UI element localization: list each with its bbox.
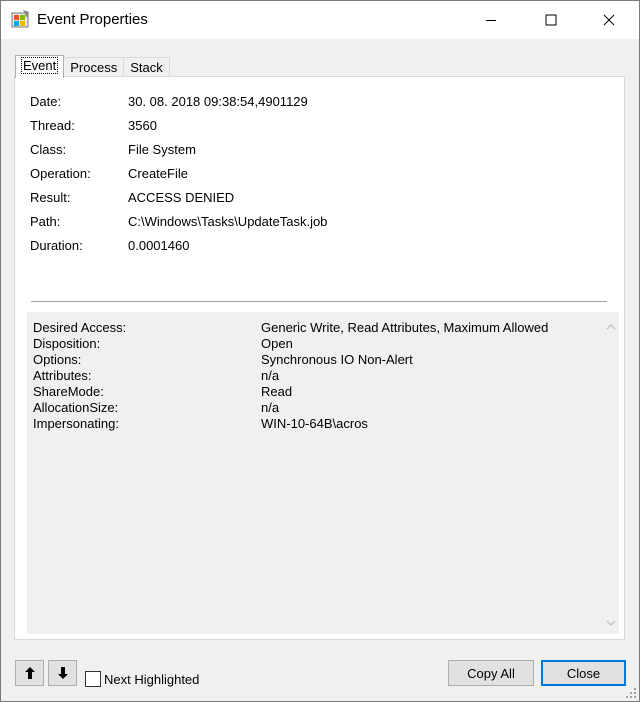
detail-value: Open — [261, 336, 293, 351]
detail-value: Read — [261, 384, 293, 399]
detail-label: Attributes: — [33, 368, 92, 383]
dialog-content: Event Process Stack Date: 30. 08. 2018 0… — [1, 39, 639, 701]
tab-strip: Event Process Stack — [15, 55, 170, 78]
field-label: Class: — [30, 142, 67, 157]
field-value: CreateFile — [128, 166, 188, 181]
tab-event-label: Event — [20, 57, 59, 74]
field-value: C:\Windows\Tasks\UpdateTask.job — [128, 214, 328, 229]
maximize-button[interactable] — [528, 1, 574, 39]
next-event-button[interactable] — [48, 660, 77, 686]
tab-stack[interactable]: Stack — [123, 57, 170, 78]
chevron-down-icon — [606, 620, 615, 626]
tab-process-label: Process — [70, 60, 118, 75]
field-value: ACCESS DENIED — [128, 190, 235, 205]
maximize-icon — [545, 14, 557, 26]
next-highlighted-checkbox[interactable] — [85, 671, 101, 687]
resize-grip-icon[interactable] — [625, 687, 637, 699]
detail-label: ShareMode: — [33, 384, 104, 399]
tab-stack-label: Stack — [130, 60, 163, 75]
field-label: Result: — [30, 190, 71, 205]
field-label: Date: — [30, 94, 62, 109]
event-properties-window: Event Properties Event Process Stack Dat… — [0, 0, 640, 702]
close-button[interactable]: Close — [541, 660, 626, 686]
event-tab-panel: Date: 30. 08. 2018 09:38:54,4901129 Thre… — [14, 76, 625, 640]
arrow-up-icon — [24, 667, 35, 679]
close-window-button[interactable] — [586, 1, 632, 39]
detail-value: WIN-10-64B\acros — [261, 416, 368, 431]
detail-label: Impersonating: — [33, 416, 119, 431]
title-bar[interactable]: Event Properties — [1, 1, 639, 39]
field-value: 3560 — [128, 118, 157, 133]
minimize-button[interactable] — [468, 1, 514, 39]
detail-value: Synchronous IO Non-Alert — [261, 352, 413, 367]
detail-label: Desired Access: — [33, 320, 127, 335]
close-icon — [603, 14, 615, 26]
previous-event-button[interactable] — [15, 660, 44, 686]
detail-list[interactable]: Desired Access: Generic Write, Read Attr… — [27, 312, 619, 634]
next-highlighted-label[interactable]: Next Highlighted — [104, 672, 199, 687]
field-label: Operation: — [30, 166, 91, 181]
detail-label: Options: — [33, 352, 82, 367]
field-value: 0.0001460 — [128, 238, 190, 253]
arrow-down-icon — [57, 667, 68, 679]
copy-all-button[interactable]: Copy All — [448, 660, 534, 686]
detail-label: AllocationSize: — [33, 400, 119, 415]
divider — [31, 301, 607, 302]
tab-process[interactable]: Process — [63, 57, 125, 78]
field-value: File System — [128, 142, 196, 157]
chevron-up-icon — [606, 323, 615, 329]
detail-value: Generic Write, Read Attributes, Maximum … — [261, 320, 549, 335]
detail-value: n/a — [261, 400, 280, 415]
field-value: 30. 08. 2018 09:38:54,4901129 — [128, 94, 308, 109]
detail-label: Disposition: — [33, 336, 101, 351]
field-label: Duration: — [30, 238, 83, 253]
minimize-icon — [486, 20, 496, 21]
tab-event[interactable]: Event — [15, 55, 65, 78]
detail-scrollbar[interactable] — [602, 312, 619, 634]
scroll-up-button[interactable] — [602, 318, 619, 335]
detail-value: n/a — [261, 368, 280, 383]
field-label: Thread: — [30, 118, 75, 133]
scroll-down-button[interactable] — [602, 614, 619, 631]
window-title: Event Properties — [37, 11, 148, 28]
procmon-app-icon — [11, 10, 29, 28]
next-highlighted-option[interactable]: Next Highlighted — [85, 670, 199, 688]
field-label: Path: — [30, 214, 61, 229]
